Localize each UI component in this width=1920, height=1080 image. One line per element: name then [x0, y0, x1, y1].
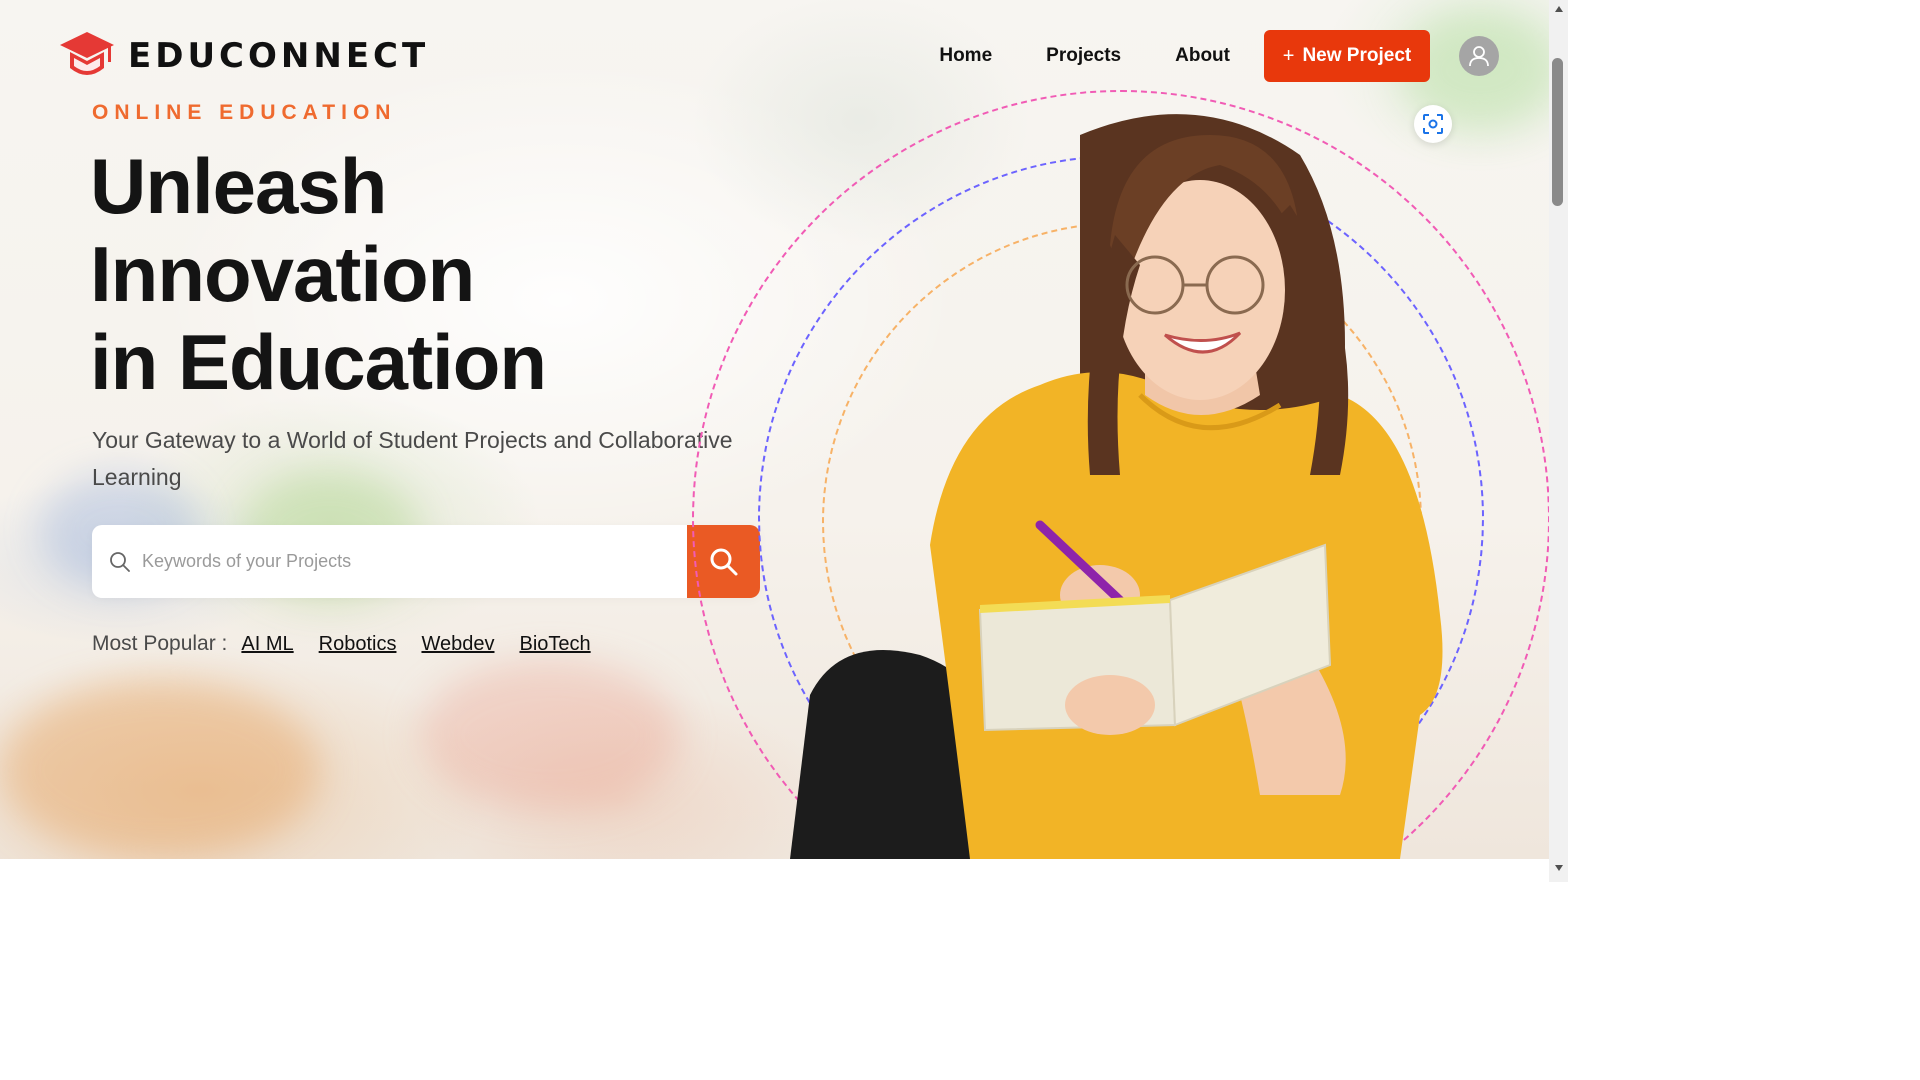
main-nav: Home Projects About + New Project	[939, 30, 1499, 82]
scroll-down-arrow-icon[interactable]	[1549, 859, 1568, 876]
hero-eyebrow: ONLINE EDUCATION	[92, 101, 397, 124]
tag-link[interactable]: BioTech	[519, 633, 590, 656]
hero-subtitle: Your Gateway to a World of Student Proje…	[92, 427, 733, 490]
scan-icon	[1423, 114, 1443, 134]
user-avatar[interactable]	[1459, 36, 1499, 76]
background-bokeh	[420, 660, 680, 810]
hero-title: Unleash Innovation in Education	[90, 142, 790, 406]
vertical-scrollbar[interactable]	[1549, 0, 1568, 882]
tag-link[interactable]: Webdev	[421, 633, 494, 656]
nav-projects[interactable]: Projects	[1046, 45, 1121, 67]
tag-link[interactable]: Robotics	[319, 633, 397, 656]
new-project-button[interactable]: + New Project	[1264, 30, 1430, 82]
hero-title-line: Unleash	[90, 142, 387, 230]
tag-link[interactable]: AI ML	[241, 633, 293, 656]
new-project-label: New Project	[1302, 45, 1412, 66]
nav-about[interactable]: About	[1175, 45, 1230, 67]
scrollbar-thumb[interactable]	[1552, 58, 1563, 206]
scroll-up-arrow-icon[interactable]	[1549, 0, 1568, 17]
search-input[interactable]	[142, 551, 687, 572]
hero-title-line: in Education	[90, 318, 547, 406]
visual-search-button[interactable]	[1414, 105, 1452, 143]
search-icon	[110, 551, 130, 572]
user-icon	[1469, 46, 1489, 67]
graduation-cap-icon	[60, 32, 114, 75]
background-bokeh	[0, 680, 320, 859]
student-photo	[790, 114, 1443, 859]
nav-home[interactable]: Home	[939, 45, 992, 67]
hero-section: EDUCONNECT Home Projects About + New Pro…	[0, 0, 1549, 859]
brand-name: EDUCONNECT	[128, 36, 430, 76]
popular-tags: Most Popular : AI ML Robotics Webdev Bio…	[92, 632, 616, 656]
hero-title-line: Innovation	[90, 230, 475, 318]
project-search	[92, 525, 760, 598]
logo[interactable]: EDUCONNECT	[58, 30, 429, 82]
plus-icon: +	[1282, 44, 1295, 67]
popular-label: Most Popular :	[92, 632, 228, 655]
